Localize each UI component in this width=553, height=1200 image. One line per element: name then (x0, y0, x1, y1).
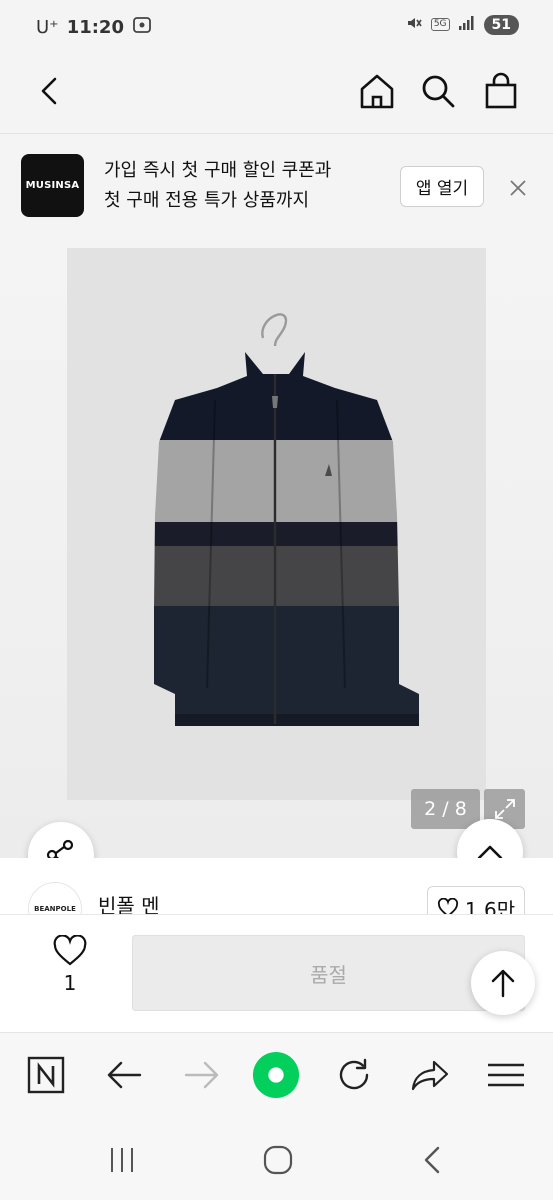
status-right: 5G 51 (405, 14, 519, 35)
product-image[interactable] (67, 248, 486, 800)
purchase-bar: 1 품절 (0, 914, 553, 1032)
musinsa-logo: MUSINSA (21, 154, 84, 217)
expand-icon (494, 799, 515, 819)
status-bar: U⁺ 11:20 5G 51 (0, 0, 553, 56)
scroll-to-top-button[interactable] (471, 951, 535, 1015)
home-nav-button[interactable] (256, 1140, 300, 1180)
banner-close-button[interactable] (504, 174, 532, 202)
share-icon (411, 1060, 449, 1091)
system-nav-bar (0, 1120, 553, 1200)
banner-text: 가입 즉시 첫 구매 할인 쿠폰과 첫 구매 전용 특가 상품까지 (104, 156, 384, 216)
brand-logo[interactable]: BEANPOLE (28, 882, 82, 914)
image-page-counter: 2 / 8 (411, 789, 480, 829)
screenshot-icon (132, 16, 152, 39)
green-dot-button[interactable] (252, 1051, 300, 1099)
shopping-bag-icon (485, 72, 517, 109)
signal-icon (458, 15, 476, 34)
browser-menu-button[interactable] (482, 1051, 530, 1099)
back-nav-button[interactable] (410, 1140, 454, 1180)
product-like-button[interactable]: 1 (38, 935, 102, 1007)
cart-button[interactable] (478, 68, 524, 114)
status-time: 11:20 (66, 17, 124, 38)
menu-icon (488, 1063, 524, 1087)
recent-apps-icon (111, 1148, 133, 1172)
zip-cardigan-illustration (154, 313, 419, 726)
recent-apps-button[interactable] (100, 1140, 144, 1180)
mute-icon (405, 14, 423, 35)
product-gallery[interactable]: 2 / 8 (0, 238, 553, 888)
heart-outline-icon (53, 935, 87, 966)
naver-n-icon (27, 1056, 65, 1094)
screen: U⁺ 11:20 5G 51 MUSINSA 가입 즉시 첫 구매 할인 쿠폰과… (0, 0, 553, 1200)
brand-like-button[interactable]: 1.6만 (427, 886, 525, 914)
brand-name[interactable]: 빈폴 멘 (98, 890, 160, 914)
green-dot-icon (252, 1051, 300, 1099)
refresh-button[interactable] (330, 1051, 378, 1099)
battery-indicator: 51 (483, 14, 519, 35)
chevron-left-icon (41, 77, 57, 105)
open-app-button[interactable]: 앱 열기 (400, 166, 484, 207)
back-arrow-icon (107, 1061, 142, 1089)
refresh-icon (339, 1058, 369, 1090)
browser-back-button[interactable] (100, 1051, 148, 1099)
home-button[interactable] (354, 68, 400, 114)
naver-home-button[interactable] (22, 1051, 70, 1099)
carrier-label: U⁺ (36, 17, 59, 38)
home-icon (360, 74, 394, 109)
close-icon (510, 180, 526, 196)
brand-like-count: 1.6만 (464, 897, 516, 915)
banner-line-2: 첫 구매 전용 특가 상품까지 (104, 190, 310, 211)
back-button[interactable] (26, 68, 72, 114)
search-icon (422, 75, 455, 108)
soldout-button[interactable]: 품절 (132, 935, 525, 1011)
network-badge: 5G (430, 18, 450, 31)
status-left: U⁺ 11:20 (36, 16, 152, 39)
banner-line-1: 가입 즉시 첫 구매 할인 쿠폰과 (104, 160, 332, 181)
search-button[interactable] (415, 68, 461, 114)
browser-share-button[interactable] (406, 1051, 454, 1099)
arrow-up-icon (491, 969, 515, 998)
home-circle-icon (263, 1145, 293, 1175)
browser-forward-button[interactable] (178, 1051, 226, 1099)
app-header (0, 56, 553, 134)
back-nav-icon (424, 1146, 440, 1174)
browser-toolbar (0, 1032, 553, 1120)
product-like-count: 1 (63, 971, 77, 995)
app-install-banner: MUSINSA 가입 즉시 첫 구매 할인 쿠폰과 첫 구매 전용 특가 상품까… (0, 134, 553, 238)
heart-icon (437, 898, 458, 914)
brand-row: BEANPOLE 빈폴 멘 1.6만 (0, 858, 553, 914)
forward-arrow-icon (184, 1061, 219, 1089)
